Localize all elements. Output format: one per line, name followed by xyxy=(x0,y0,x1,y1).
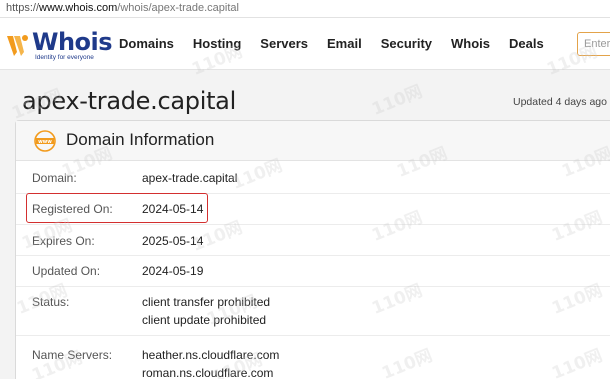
updated-timestamp: Updated 4 days ago xyxy=(513,96,607,108)
nav-item-whois[interactable]: Whois xyxy=(451,36,490,51)
nav-item-security[interactable]: Security xyxy=(381,36,432,51)
card-title: Domain Information xyxy=(66,130,215,149)
row-value: client update prohibited xyxy=(142,313,267,327)
nav-menu: Domains Hosting Servers Email Security W… xyxy=(119,36,563,51)
row-value: 2025-05-14 xyxy=(142,234,204,248)
registered-on-highlight xyxy=(26,193,208,223)
nav-item-hosting[interactable]: Hosting xyxy=(193,36,241,51)
info-row-name-servers: Name Servers: heather.ns.cloudflare.com … xyxy=(16,336,610,379)
row-label: Domain: xyxy=(32,171,77,185)
domain-information-card: www Domain Information Domain: apex-trad… xyxy=(15,120,610,379)
address-bar[interactable]: https://www.whois.com/whois/apex-trade.c… xyxy=(0,0,610,18)
watermark: 110网 xyxy=(369,81,426,120)
info-row-domain: Domain: apex-trade.capital xyxy=(16,162,610,194)
top-navigation: Whois Identity for everyone Domains Host… xyxy=(0,18,610,70)
row-value: 2024-05-19 xyxy=(142,264,204,278)
url-scheme: https:// xyxy=(6,2,40,14)
logo-mark-icon xyxy=(7,35,28,56)
row-label: Expires On: xyxy=(32,234,95,248)
logo-word: Whois xyxy=(32,28,113,56)
url-path: /whois/apex-trade.capital xyxy=(117,2,239,14)
row-value: apex-trade.capital xyxy=(142,171,238,185)
info-row-expires: Expires On: 2025-05-14 xyxy=(16,225,610,256)
info-row-updated: Updated On: 2024-05-19 xyxy=(16,256,610,287)
nav-item-servers[interactable]: Servers xyxy=(260,36,308,51)
row-value: roman.ns.cloudflare.com xyxy=(142,366,274,379)
svg-text:www: www xyxy=(38,139,52,145)
whois-logo[interactable]: Whois Identity for everyone xyxy=(4,28,113,62)
page-title: apex-trade.capital xyxy=(22,87,236,115)
row-value: client transfer prohibited xyxy=(142,295,271,309)
nav-item-email[interactable]: Email xyxy=(327,36,362,51)
row-label: Name Servers: xyxy=(32,348,113,362)
row-value: heather.ns.cloudflare.com xyxy=(142,348,280,362)
www-globe-icon: www xyxy=(34,130,56,152)
row-label: Status: xyxy=(32,295,70,309)
logo-tagline: Identity for everyone xyxy=(35,54,94,61)
nav-item-deals[interactable]: Deals xyxy=(509,36,544,51)
card-header: www Domain Information xyxy=(16,121,610,161)
domain-search-input[interactable]: Enter xyxy=(577,32,610,56)
nav-item-domains[interactable]: Domains xyxy=(119,36,174,51)
info-row-status: Status: client transfer prohibited clien… xyxy=(16,287,610,336)
url-host: www.whois.com xyxy=(39,2,118,14)
row-label: Updated On: xyxy=(32,264,101,278)
